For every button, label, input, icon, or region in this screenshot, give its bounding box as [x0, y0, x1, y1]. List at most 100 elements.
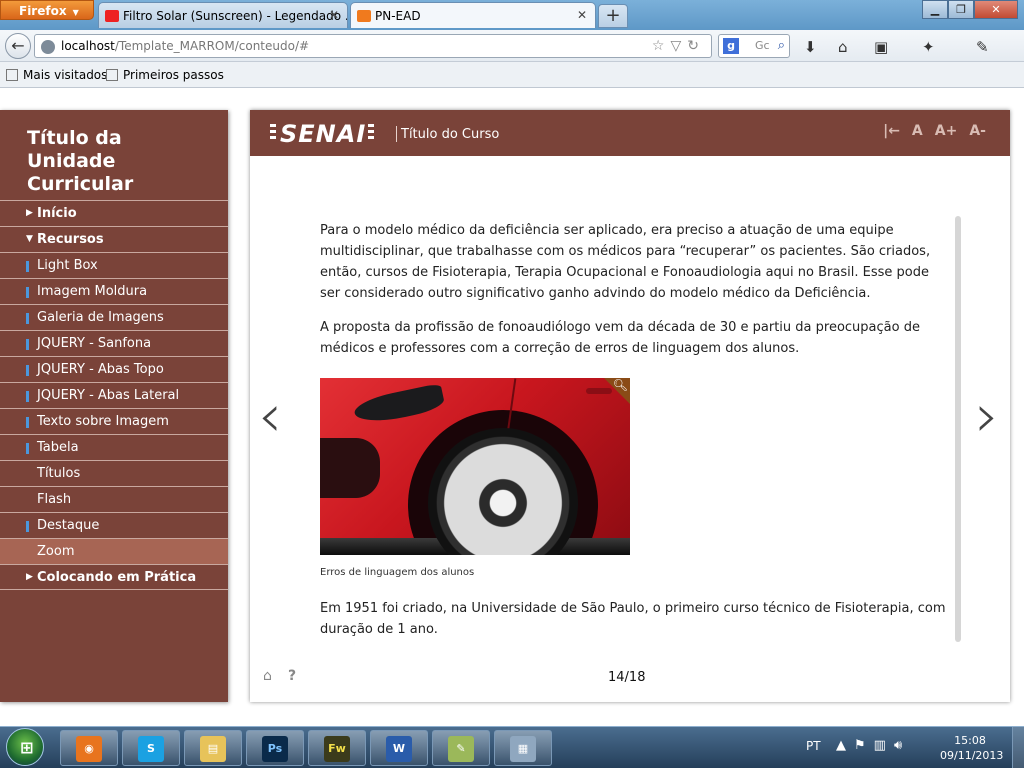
sidebar-item-texto-sobre-imagem[interactable]: Texto sobre Imagem — [0, 408, 228, 434]
tray-expand-icon[interactable]: ▲ — [836, 738, 854, 753]
font-tools: |← A A+ A- — [883, 123, 986, 139]
start-button[interactable]: ⊞ — [6, 728, 44, 766]
sidebar-item-recursos[interactable]: ▼ Recursos — [0, 226, 228, 252]
paragraph: Em 1951 foi criado, na Universidade de S… — [320, 601, 946, 637]
new-tab-button[interactable]: + — [598, 4, 628, 28]
sidebar-item-label: Texto sobre Imagem — [37, 414, 169, 429]
sidebar-item-zoom[interactable]: Zoom — [0, 538, 228, 564]
tab-pn-ead[interactable]: PN-EAD ✕ — [350, 2, 596, 28]
course-title: Título do Curso — [401, 127, 500, 142]
windows-taskbar: ⊞ ◉ S ▤ Ps Fw W ✎ ▦ PT ▲⚑▥🔊︎ 15:08 09/11/2013 — [0, 726, 1024, 768]
devtools-icon[interactable]: ✎ — [976, 38, 989, 56]
search-box[interactable]: g Gc ⌕ — [718, 34, 790, 58]
skype-icon: S — [138, 736, 164, 762]
logo-bars-left — [270, 124, 276, 127]
window-close-button[interactable]: ✕ — [974, 0, 1018, 19]
sidebar-item-jquery-abas-topo[interactable]: JQUERY - Abas Topo — [0, 356, 228, 382]
sidebar-item-tabela[interactable]: Tabela — [0, 434, 228, 460]
page-indicator: 14/18 — [608, 670, 646, 685]
firefox-menu-label: Firefox — [19, 4, 67, 18]
bookmarks-menu-icon[interactable]: ▣ — [874, 38, 888, 56]
system-tray: ▲⚑▥🔊︎ — [836, 738, 910, 753]
bookmarks-toolbar: Mais visitados Primeiros passos — [0, 62, 1024, 88]
sidebar-item-flash[interactable]: Flash — [0, 486, 228, 512]
sidebar-item-galeria-de-imagens[interactable]: Galeria de Imagens — [0, 304, 228, 330]
addon-icon[interactable]: ✦ — [922, 38, 935, 56]
bookmark-label: Primeiros passos — [123, 68, 224, 82]
sidebar-item-label: Recursos — [37, 232, 104, 247]
browser-titlebar: Firefox ▼ Filtro Solar (Sunscreen) - Lege… — [0, 0, 1024, 30]
unit-title: Título da Unidade Curricular — [27, 127, 134, 195]
close-icon[interactable]: ✕ — [577, 8, 587, 22]
firefox-menu-button[interactable]: Firefox ▼ — [0, 0, 94, 20]
sidebar-item-label: Imagem Moldura — [37, 284, 148, 299]
home-icon[interactable]: ⌂ — [263, 668, 272, 684]
download-icon[interactable]: ⬇ — [804, 38, 817, 56]
font-reset-button[interactable]: A — [912, 123, 923, 139]
taskbar-skype-button[interactable]: S — [122, 730, 180, 766]
action-center-icon[interactable]: ⚑ — [854, 738, 874, 753]
item-marker-icon — [26, 417, 29, 428]
address-bar[interactable]: localhost/Template_MARROM/conteudo/# ☆▽↻ — [34, 34, 712, 58]
bookmark-primeiros-passos[interactable]: Primeiros passos — [106, 68, 224, 82]
font-increase-button[interactable]: A+ — [935, 123, 958, 139]
sidebar-item-jquery-abas-lateral[interactable]: JQUERY - Abas Lateral — [0, 382, 228, 408]
minimize-button[interactable]: ▁ — [922, 0, 948, 19]
taskbar-photoshop-button[interactable]: Ps — [246, 730, 304, 766]
search-icon[interactable]: ⌕ — [778, 38, 785, 53]
sidebar-item-label: Tabela — [37, 440, 79, 455]
clock-date: 09/11/2013 — [940, 749, 1004, 762]
sidebar-item-label: Light Box — [37, 258, 98, 273]
system-clock[interactable]: 15:08 09/11/2013 — [940, 733, 1004, 763]
next-page-button[interactable]: › — [975, 386, 999, 446]
image-headlight — [352, 382, 446, 428]
sidebar-item-imagem-moldura[interactable]: Imagem Moldura — [0, 278, 228, 304]
image-door-handle — [586, 388, 612, 394]
sidebar-item-light-box[interactable]: Light Box — [0, 252, 228, 278]
language-indicator[interactable]: PT — [806, 739, 821, 753]
sidebar-item-label: JQUERY - Abas Topo — [37, 362, 164, 377]
google-icon: g — [723, 38, 739, 54]
taskbar-notepad-button[interactable]: ✎ — [432, 730, 490, 766]
xampp-icon — [357, 10, 371, 22]
home-icon[interactable]: ⌂ — [838, 38, 848, 56]
magnifier-icon[interactable]: 🔍︎ — [613, 378, 628, 392]
taskbar-word-button[interactable]: W — [370, 730, 428, 766]
dropdown-icon[interactable]: ▽ — [670, 38, 687, 54]
sidebar-item-inicio[interactable]: ▶ Início — [0, 200, 228, 226]
sidebar-item-label: JQUERY - Sanfona — [37, 336, 152, 351]
previous-page-button[interactable]: ‹ — [258, 386, 282, 446]
sidebar-item-colocando-em-pratica[interactable]: ▶ Colocando em Prática — [0, 564, 228, 590]
bookmark-star-icon[interactable]: ☆ — [652, 38, 671, 54]
tab-filtro-solar[interactable]: Filtro Solar (Sunscreen) - Legendado ...… — [98, 2, 348, 28]
zoomable-car-image[interactable]: 🔍︎ — [320, 378, 630, 555]
close-icon[interactable]: ✕ — [329, 8, 339, 22]
item-marker-icon — [26, 443, 29, 454]
back-button[interactable]: ← — [5, 33, 31, 59]
taskbar-calculator-button[interactable]: ▦ — [494, 730, 552, 766]
item-marker-icon — [26, 339, 29, 350]
sidebar-item-destaque[interactable]: Destaque — [0, 512, 228, 538]
taskbar-firefox-button[interactable]: ◉ — [60, 730, 118, 766]
network-icon[interactable]: ▥ — [874, 738, 894, 753]
taskbar-fireworks-button[interactable]: Fw — [308, 730, 366, 766]
reload-icon[interactable]: ↻ — [687, 38, 705, 54]
volume-icon[interactable]: 🔊︎ — [894, 738, 910, 753]
first-page-icon[interactable]: |← — [883, 123, 900, 139]
tab-label: PN-EAD — [375, 9, 421, 23]
sidebar-item-jquery-sanfona[interactable]: JQUERY - Sanfona — [0, 330, 228, 356]
show-desktop-button[interactable] — [1012, 727, 1024, 768]
maximize-button[interactable]: ❐ — [948, 0, 974, 19]
item-marker-icon — [26, 391, 29, 402]
font-decrease-button[interactable]: A- — [969, 123, 986, 139]
sidebar-item-titulos[interactable]: Títulos — [0, 460, 228, 486]
image-caption: Erros de linguagem dos alunos — [320, 567, 475, 578]
help-icon[interactable]: ? — [288, 668, 296, 684]
bookmark-mais-visitados[interactable]: Mais visitados — [6, 68, 107, 82]
word-icon: W — [386, 736, 412, 762]
clock-time: 15:08 — [954, 734, 986, 747]
bookmark-label: Mais visitados — [23, 68, 108, 82]
taskbar-explorer-button[interactable]: ▤ — [184, 730, 242, 766]
content-scrollbar[interactable] — [955, 216, 961, 642]
sidebar-item-label: Colocando em Prática — [37, 570, 197, 585]
